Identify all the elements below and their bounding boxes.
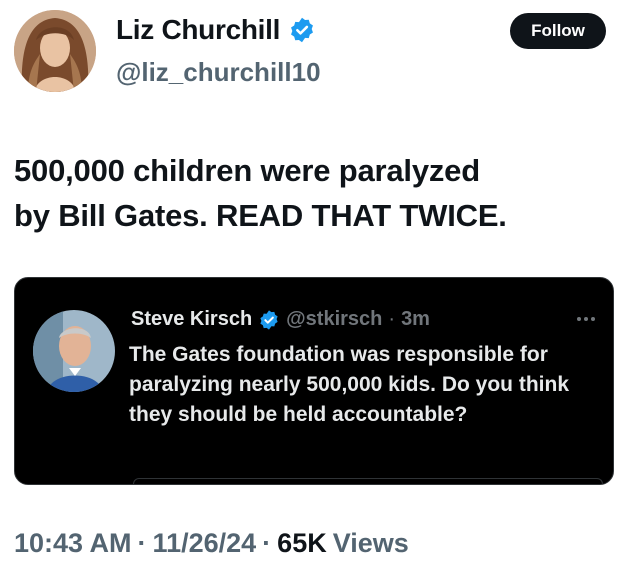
verified-badge-icon[interactable] bbox=[288, 16, 316, 44]
quoted-author-avatar[interactable] bbox=[33, 310, 115, 392]
quoted-tweet-card[interactable]: Steve Kirsch @stkirsch · 3m The Gates foun… bbox=[14, 277, 614, 485]
more-options-icon[interactable] bbox=[577, 314, 599, 324]
man-avatar-icon bbox=[33, 310, 115, 392]
tweet-date[interactable]: 11/26/24 bbox=[153, 528, 257, 559]
quoted-tweet-time[interactable]: 3m bbox=[401, 308, 430, 331]
author-name-row: Liz Churchill bbox=[116, 14, 316, 46]
tweet-text: 500,000 children were paralyzed by Bill … bbox=[14, 148, 614, 238]
quoted-tweet-header: Steve Kirsch @stkirsch · 3m bbox=[131, 308, 430, 331]
woman-avatar-icon bbox=[14, 10, 96, 92]
separator-dot: · bbox=[262, 528, 272, 558]
quoted-author-handle[interactable]: @stkirsch bbox=[286, 308, 382, 331]
follow-button[interactable]: Follow bbox=[510, 13, 606, 49]
tweet-meta: 10:43 AM · 11/26/24 · 65K Views bbox=[14, 528, 409, 559]
author-avatar[interactable] bbox=[14, 10, 96, 92]
quoted-tweet-text: The Gates foundation was responsible for… bbox=[129, 343, 569, 426]
quoted-media-edge bbox=[133, 478, 603, 484]
separator-dot: · bbox=[137, 528, 147, 558]
tweet-text-line: 500,000 children were paralyzed bbox=[14, 153, 480, 188]
author-display-name[interactable]: Liz Churchill bbox=[116, 14, 280, 46]
verified-badge-icon[interactable] bbox=[258, 309, 280, 331]
views-count[interactable]: 65K bbox=[277, 528, 327, 559]
author-handle[interactable]: @liz_churchill10 bbox=[116, 57, 321, 88]
views-label: Views bbox=[332, 528, 409, 558]
tweet-time[interactable]: 10:43 AM bbox=[14, 528, 132, 559]
separator-dot: · bbox=[388, 308, 396, 330]
quoted-author-name[interactable]: Steve Kirsch bbox=[131, 308, 252, 331]
tweet-text-line: by Bill Gates. READ THAT TWICE. bbox=[14, 198, 507, 233]
